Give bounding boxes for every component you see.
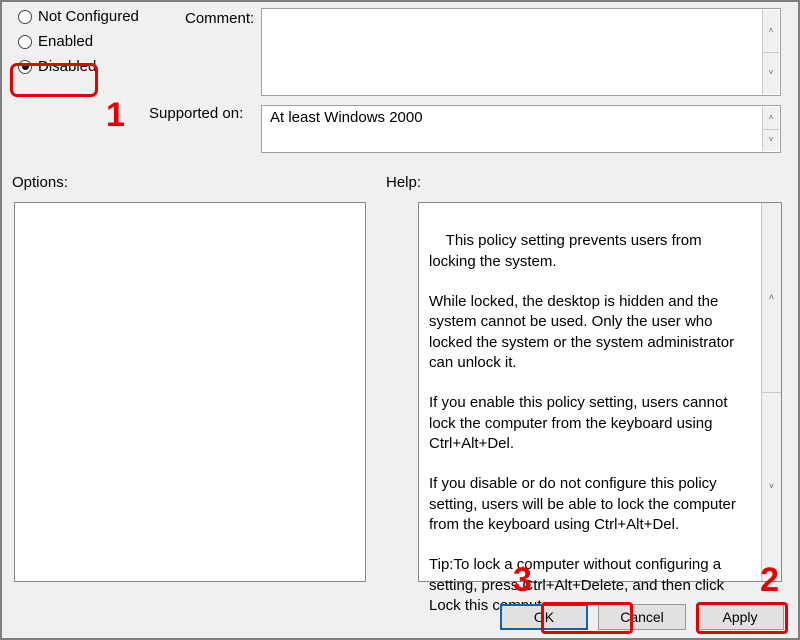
annotation-number-1: 1: [106, 96, 125, 135]
policy-dialog: Not Configured Enabled Disabled Comment:…: [0, 0, 800, 640]
supported-on-label: Supported on:: [149, 105, 243, 122]
help-pane: This policy setting prevents users from …: [418, 202, 782, 582]
options-pane: [14, 202, 366, 582]
apply-button[interactable]: Apply: [696, 604, 784, 630]
help-spin[interactable]: ˄ ˅: [761, 203, 781, 581]
dialog-buttons: OK Cancel Apply: [500, 604, 784, 630]
radio-icon: [18, 35, 32, 49]
ok-button[interactable]: OK: [500, 604, 588, 630]
chevron-up-icon[interactable]: ˄: [762, 10, 779, 52]
radio-enabled[interactable]: Enabled: [18, 33, 139, 50]
comment-field[interactable]: ˄ ˅: [261, 8, 781, 96]
supported-on-value: At least Windows 2000: [270, 109, 423, 126]
radio-icon: [18, 10, 32, 24]
chevron-down-icon[interactable]: ˅: [762, 52, 779, 95]
chevron-up-icon[interactable]: ˄: [762, 107, 779, 129]
radio-not-configured[interactable]: Not Configured: [18, 8, 139, 25]
state-radio-group: Not Configured Enabled Disabled: [18, 8, 139, 75]
supported-on-field: At least Windows 2000 ˄ ˅: [261, 105, 781, 153]
cancel-button[interactable]: Cancel: [598, 604, 686, 630]
help-label: Help:: [386, 174, 421, 191]
chevron-down-icon[interactable]: ˅: [762, 129, 779, 152]
radio-selected-dot-icon: [22, 63, 29, 70]
radio-label: Disabled: [38, 58, 96, 75]
radio-disabled[interactable]: Disabled: [18, 58, 139, 75]
radio-icon: [18, 60, 32, 74]
help-text: This policy setting prevents users from …: [429, 232, 740, 614]
chevron-up-icon[interactable]: ˄: [761, 203, 781, 392]
comment-spin[interactable]: ˄ ˅: [762, 10, 779, 94]
chevron-down-icon[interactable]: ˅: [761, 392, 781, 582]
options-label: Options:: [12, 174, 68, 191]
comment-label: Comment:: [185, 10, 254, 27]
supported-spin[interactable]: ˄ ˅: [762, 107, 779, 151]
radio-label: Enabled: [38, 33, 93, 50]
radio-label: Not Configured: [38, 8, 139, 25]
